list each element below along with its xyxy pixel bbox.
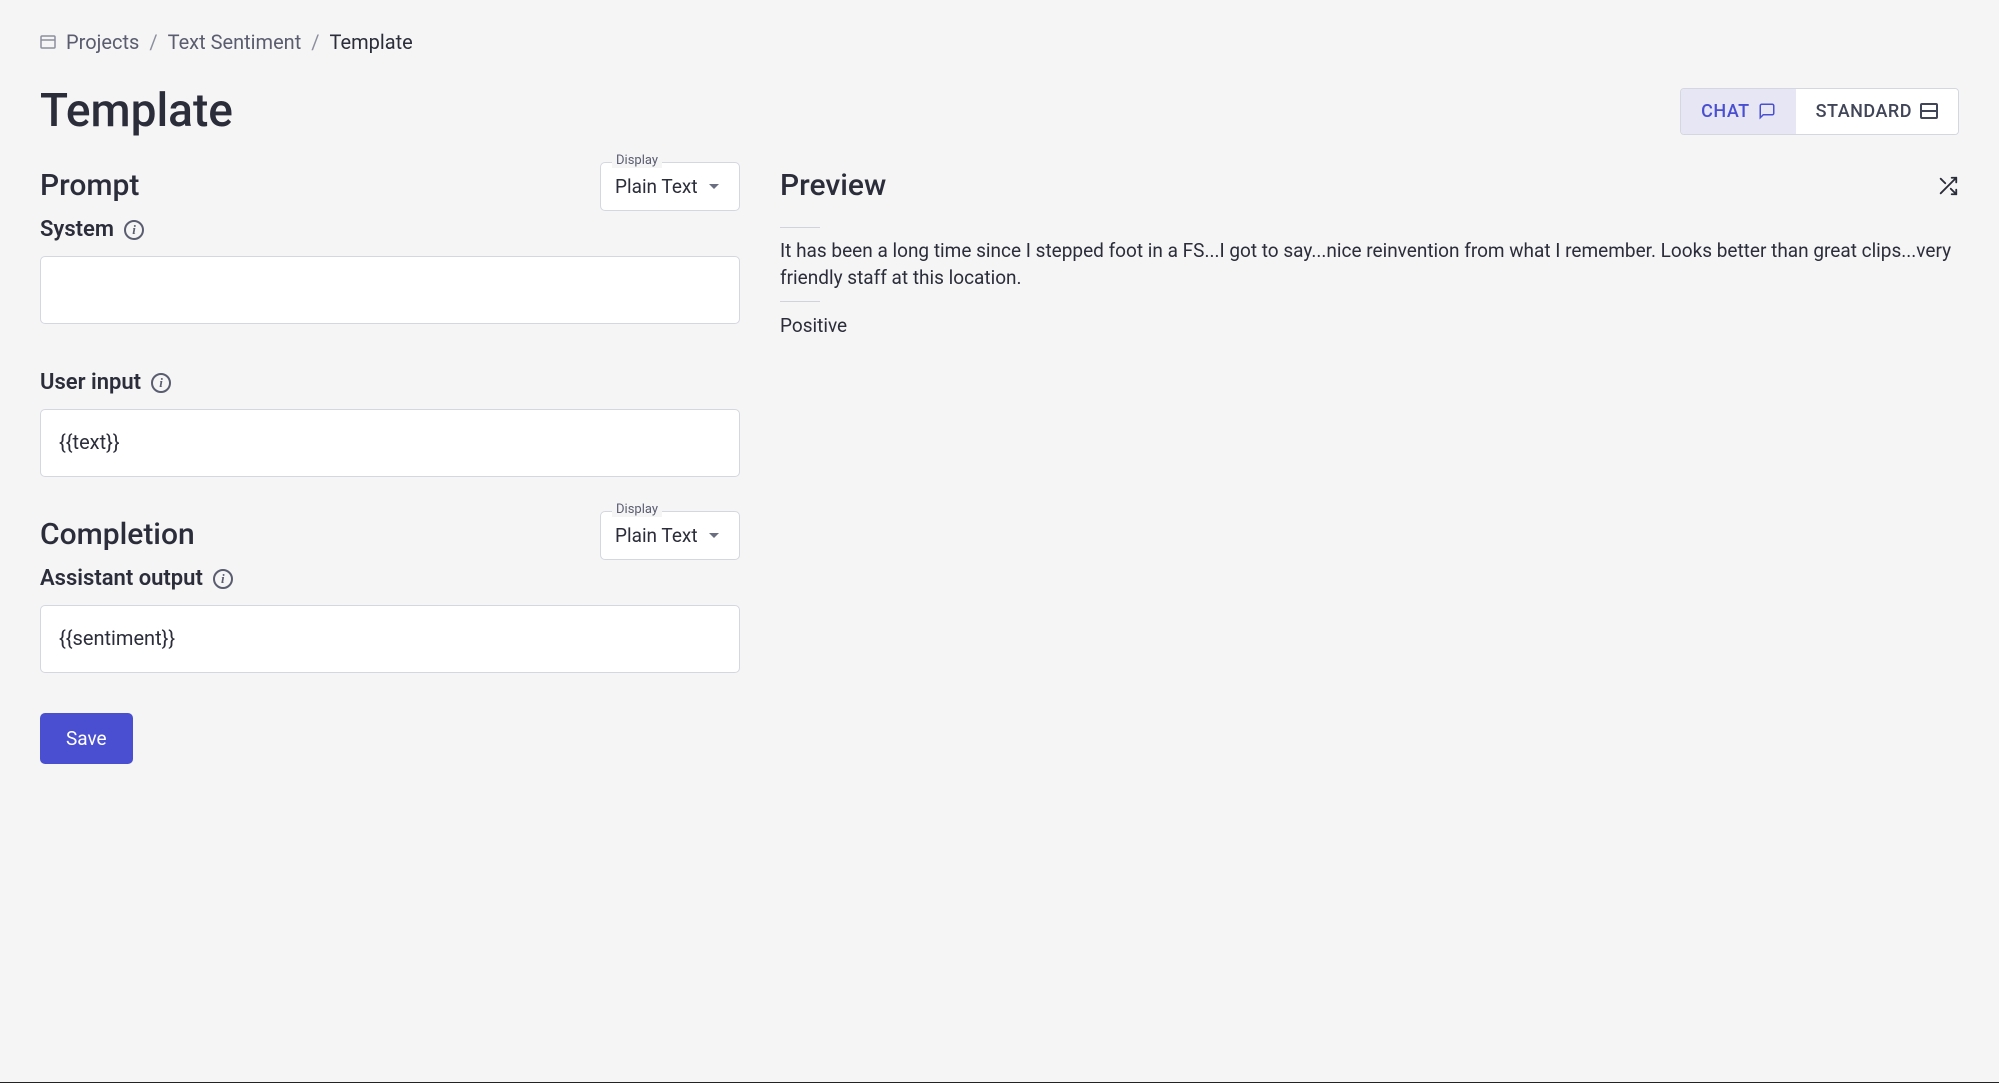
header-row: Template CHAT STANDARD [40, 84, 1959, 138]
breadcrumb-project-name[interactable]: Text Sentiment [168, 30, 302, 54]
projects-icon [40, 35, 56, 49]
system-input[interactable] [40, 256, 740, 324]
user-input-label: User input [40, 370, 141, 395]
preview-text: It has been a long time since I stepped … [780, 238, 1959, 291]
standard-icon [1920, 103, 1938, 119]
info-icon[interactable]: i [213, 569, 233, 589]
info-icon[interactable]: i [124, 220, 144, 240]
toggle-standard-label: STANDARD [1816, 101, 1912, 122]
mode-toggle: CHAT STANDARD [1680, 88, 1959, 135]
caret-down-icon [708, 532, 720, 540]
completion-display-select[interactable]: Plain Text [600, 511, 740, 560]
preview-divider [780, 227, 820, 228]
completion-display-wrap: Display Plain Text [600, 511, 740, 560]
completion-section-header: Completion Display Plain Text [40, 517, 740, 560]
toggle-chat-label: CHAT [1701, 101, 1749, 122]
right-column: Preview It has been a long time since I … [780, 168, 1959, 764]
toggle-chat[interactable]: CHAT [1681, 89, 1795, 134]
preview-title: Preview [780, 168, 886, 203]
assistant-output-label-row: Assistant output i [40, 566, 740, 591]
caret-down-icon [708, 183, 720, 191]
assistant-output-label: Assistant output [40, 566, 203, 591]
page-title: Template [40, 84, 233, 138]
completion-display-legend: Display [612, 502, 662, 517]
info-icon[interactable]: i [151, 373, 171, 393]
breadcrumb-current: Template [330, 30, 413, 54]
content: Prompt Display Plain Text System i User … [40, 168, 1959, 764]
user-input-field[interactable] [40, 409, 740, 477]
completion-title: Completion [40, 517, 195, 552]
breadcrumb: Projects / Text Sentiment / Template [40, 30, 1959, 54]
prompt-display-select[interactable]: Plain Text [600, 162, 740, 211]
shuffle-icon[interactable] [1937, 175, 1959, 197]
breadcrumb-separator: / [311, 30, 319, 54]
preview-divider [780, 301, 820, 302]
left-column: Prompt Display Plain Text System i User … [40, 168, 740, 764]
prompt-display-wrap: Display Plain Text [600, 162, 740, 211]
chat-icon [1758, 102, 1776, 120]
breadcrumb-separator: / [149, 30, 157, 54]
preview-header: Preview [780, 168, 1959, 203]
toggle-standard[interactable]: STANDARD [1796, 89, 1958, 134]
prompt-display-legend: Display [612, 153, 662, 168]
prompt-section-header: Prompt Display Plain Text [40, 168, 740, 211]
assistant-output-field[interactable] [40, 605, 740, 673]
breadcrumb-projects[interactable]: Projects [66, 30, 139, 54]
preview-box: It has been a long time since I stepped … [780, 227, 1959, 337]
preview-result: Positive [780, 314, 1959, 337]
prompt-display-value: Plain Text [615, 175, 698, 198]
prompt-title: Prompt [40, 168, 139, 203]
completion-display-value: Plain Text [615, 524, 698, 547]
system-label: System [40, 217, 114, 242]
save-button[interactable]: Save [40, 713, 133, 764]
system-label-row: System i [40, 217, 740, 242]
user-input-label-row: User input i [40, 370, 740, 395]
